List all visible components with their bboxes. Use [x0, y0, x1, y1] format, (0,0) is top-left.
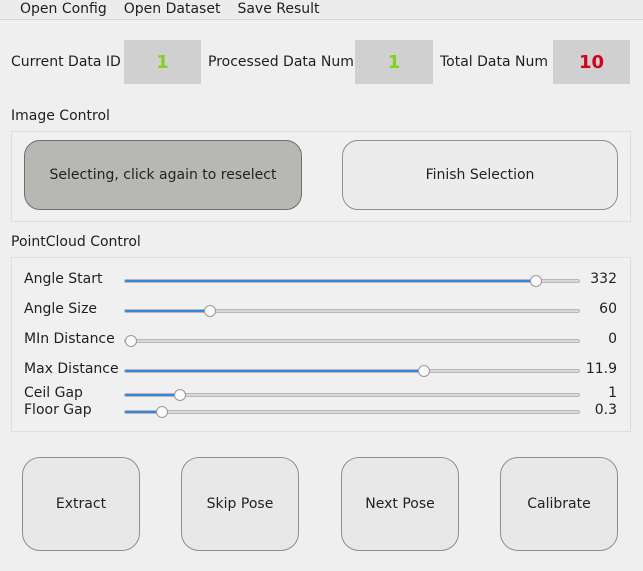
menu-open-dataset[interactable]: Open Dataset	[112, 0, 228, 19]
angle-size-slider-handle[interactable]	[204, 305, 216, 317]
current-data-id-label: Current Data ID	[11, 54, 121, 70]
max-distance-value: 11.9	[585, 361, 617, 377]
angle-size-slider-fill	[125, 310, 206, 312]
total-data-num-label: Total Data Num	[440, 54, 549, 70]
image-control-panel: Selecting, click again to reselect Finis…	[11, 131, 631, 222]
angle-size-label: Angle Size	[24, 301, 98, 317]
max-distance-slider[interactable]	[124, 365, 580, 377]
max-distance-slider-handle[interactable]	[418, 365, 430, 377]
menu-open-config[interactable]: Open Config	[8, 0, 114, 19]
finish-selection-button[interactable]: Finish Selection	[342, 140, 618, 210]
processed-data-num-label: Processed Data Num	[208, 54, 354, 70]
min-distance-label: MIn Distance	[24, 331, 115, 347]
angle-size-row: Angle Size 60	[0, 300, 643, 320]
ceil-gap-slider[interactable]	[124, 389, 580, 401]
max-distance-slider-fill	[125, 370, 425, 372]
ceil-gap-label: Ceil Gap	[24, 385, 83, 401]
image-control-title: Image Control	[11, 108, 110, 124]
floor-gap-slider-handle[interactable]	[156, 406, 168, 418]
floor-gap-label: Floor Gap	[24, 402, 92, 418]
max-distance-label: Max Distance	[24, 361, 119, 377]
angle-size-value: 60	[599, 301, 617, 317]
angle-start-slider-fill	[125, 280, 540, 282]
angle-start-slider-handle[interactable]	[530, 275, 542, 287]
floor-gap-slider[interactable]	[124, 406, 580, 418]
next-pose-button[interactable]: Next Pose	[341, 457, 459, 551]
ceil-gap-value: 1	[608, 385, 617, 401]
menu-save-result[interactable]: Save Result	[225, 0, 326, 19]
total-data-num-value: 10	[553, 40, 630, 84]
min-distance-value: 0	[608, 331, 617, 347]
min-distance-row: MIn Distance 0	[0, 330, 643, 350]
floor-gap-row: Floor Gap 0.3	[0, 401, 643, 421]
select-button[interactable]: Selecting, click again to reselect	[24, 140, 302, 210]
calibrate-button[interactable]: Calibrate	[500, 457, 618, 551]
processed-data-num-value: 1	[355, 40, 433, 84]
angle-start-value: 332	[590, 271, 617, 287]
skip-pose-button[interactable]: Skip Pose	[181, 457, 299, 551]
angle-start-row: Angle Start 332	[0, 270, 643, 290]
floor-gap-slider-fill	[125, 411, 157, 413]
angle-start-label: Angle Start	[24, 271, 103, 287]
pointcloud-control-title: PointCloud Control	[11, 234, 141, 250]
ceil-gap-slider-fill	[125, 394, 175, 396]
menu-bar: Open Config Open Dataset Save Result	[0, 0, 643, 20]
angle-size-slider[interactable]	[124, 305, 580, 317]
min-distance-slider-handle[interactable]	[125, 335, 137, 347]
extract-button[interactable]: Extract	[22, 457, 140, 551]
floor-gap-value: 0.3	[594, 402, 617, 418]
current-data-id-value: 1	[124, 40, 201, 84]
max-distance-row: Max Distance 11.9	[0, 360, 643, 380]
angle-start-slider[interactable]	[124, 275, 580, 287]
min-distance-slider[interactable]	[124, 335, 580, 347]
ceil-gap-slider-handle[interactable]	[174, 389, 186, 401]
